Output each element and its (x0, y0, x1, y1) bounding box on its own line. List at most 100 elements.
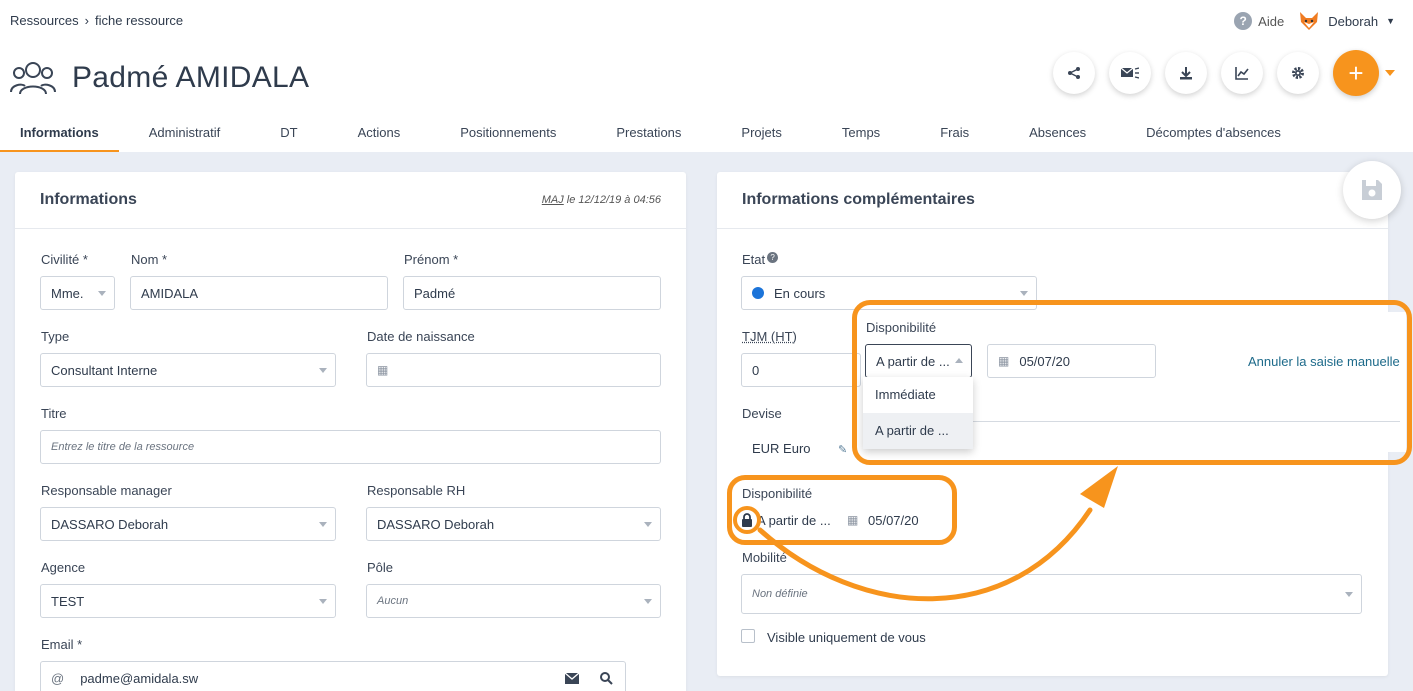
page-header: Padmé AMIDALA (10, 58, 309, 98)
rh-select[interactable]: DASSARO Deborah (366, 507, 661, 541)
type-value: Consultant Interne (51, 362, 158, 378)
chevron-down-icon (319, 522, 327, 527)
mobilite-select[interactable]: Non définie (741, 574, 1362, 614)
prenom-value: Padmé (414, 285, 456, 301)
civilite-value: Mme. (51, 285, 84, 301)
naissance-date-input[interactable]: ▦ (366, 353, 661, 387)
prenom-input[interactable]: Padmé (403, 276, 661, 310)
envelope-send-icon (1121, 67, 1139, 79)
devise-value: EUR Euro (752, 441, 811, 456)
page-title: Padmé AMIDALA (72, 61, 310, 94)
tab-absences[interactable]: Absences (999, 118, 1116, 152)
prenom-label: Prénom * (404, 252, 459, 267)
add-menu-caret-icon[interactable] (1385, 70, 1395, 76)
share-icon (1068, 67, 1080, 79)
breadcrumb: Ressources › fiche ressource (10, 13, 183, 28)
annotation-highlight-disponibilite (727, 475, 957, 545)
download-icon (1180, 67, 1192, 80)
etat-label-text: Etat (742, 252, 766, 267)
rh-value: DASSARO Deborah (377, 516, 495, 532)
manager-select[interactable]: DASSARO Deborah (40, 507, 336, 541)
card-title: Informations complémentaires (742, 191, 975, 208)
tab-projets[interactable]: Projets (711, 118, 811, 152)
help-label: Aide (1258, 13, 1285, 29)
breadcrumb-current: fiche ressource (94, 13, 184, 28)
rh-label: Responsable RH (367, 483, 466, 498)
email-value: padme@amidala.sw (80, 670, 199, 686)
search-icon[interactable] (600, 672, 613, 685)
agence-value: TEST (51, 593, 85, 609)
maj-date: le 12/12/19 à 04:56 (563, 194, 661, 206)
settings-button[interactable] (1277, 52, 1319, 94)
tab-positionnements[interactable]: Positionnements (430, 118, 586, 152)
civilite-select[interactable]: Mme. (40, 276, 115, 310)
people-group-icon (10, 62, 56, 95)
last-update: MAJ le 12/12/19 à 04:56 (542, 194, 661, 206)
chevron-down-icon (319, 368, 327, 373)
chevron-down-icon (1020, 291, 1028, 296)
add-button[interactable]: + (1333, 50, 1379, 96)
titre-label: Titre (41, 406, 67, 421)
pencil-icon[interactable]: ✎ (838, 443, 847, 456)
maj-label: MAJ (541, 194, 564, 206)
visible-checkbox[interactable] (741, 629, 755, 643)
nom-label: Nom * (131, 252, 168, 267)
annotation-highlight-popup (852, 300, 1412, 465)
agence-select[interactable]: TEST (40, 584, 336, 618)
user-name: Deborah (1328, 13, 1379, 29)
fox-avatar-icon (1300, 12, 1319, 30)
save-button[interactable] (1343, 161, 1401, 219)
share-button[interactable] (1053, 52, 1095, 94)
informations-card-header: Informations MAJ le 12/12/19 à 04:56 (15, 172, 686, 229)
download-button[interactable] (1165, 52, 1207, 94)
tab-administratif[interactable]: Administratif (119, 118, 251, 152)
chevron-down-icon (1345, 592, 1353, 597)
top-bar: Ressources › fiche ressource ? Aide Debo… (0, 0, 1413, 152)
help-icon[interactable]: ? (767, 252, 779, 263)
email-label: Email * (41, 637, 83, 652)
mobilite-label: Mobilité (742, 550, 787, 565)
tab-prestations[interactable]: Prestations (586, 118, 711, 152)
tab-dt[interactable]: DT (250, 118, 327, 152)
tab-actions[interactable]: Actions (328, 118, 431, 152)
pole-value: Aucun (377, 595, 409, 607)
help-icon: ? (1234, 12, 1253, 30)
plus-icon: + (1348, 57, 1364, 88)
etat-value: En cours (774, 285, 826, 301)
calendar-icon: ▦ (377, 363, 389, 377)
breadcrumb-root-link[interactable]: Ressources (10, 13, 79, 28)
user-bar: ? Aide Deborah ▼ (1234, 10, 1395, 32)
tab-decomptes-absences[interactable]: Décomptes d'absences (1116, 118, 1311, 152)
tab-informations[interactable]: Informations (0, 118, 119, 152)
email-input[interactable]: @ padme@amidala.sw (40, 661, 626, 691)
chevron-down-icon (644, 599, 652, 604)
stats-button[interactable] (1221, 52, 1263, 94)
tjm-input[interactable]: 0 (741, 353, 861, 387)
chevron-down-icon: ▼ (1386, 16, 1395, 26)
status-dot-icon (752, 287, 764, 299)
gear-icon (1292, 67, 1304, 79)
type-select[interactable]: Consultant Interne (40, 353, 336, 387)
breadcrumb-separator: › (84, 13, 89, 28)
annotation-lock-circle (733, 506, 761, 534)
pole-select[interactable]: Aucun (366, 584, 661, 618)
manager-value: DASSARO Deborah (51, 516, 169, 532)
mobilite-value: Non définie (752, 588, 808, 600)
nom-input[interactable]: AMIDALA (130, 276, 388, 310)
user-menu[interactable]: Deborah ▼ (1298, 10, 1395, 32)
action-toolbar: + (1053, 50, 1395, 96)
tab-temps[interactable]: Temps (812, 118, 910, 152)
titre-placeholder: Entrez le titre de la ressource (51, 441, 195, 453)
send-email-button[interactable] (1109, 52, 1151, 94)
type-label: Type (41, 329, 70, 344)
visible-label: Visible uniquement de vous (767, 630, 926, 645)
tab-frais[interactable]: Frais (910, 118, 999, 152)
at-icon: @ (51, 670, 65, 686)
envelope-icon[interactable] (565, 673, 579, 684)
card-title: Informations (40, 191, 137, 208)
chevron-down-icon (319, 599, 327, 604)
tjm-label: TJM (HT) (742, 329, 797, 344)
help-link[interactable]: ? Aide (1234, 12, 1284, 30)
agence-label: Agence (41, 560, 86, 575)
titre-input[interactable]: Entrez le titre de la ressource (40, 430, 661, 464)
